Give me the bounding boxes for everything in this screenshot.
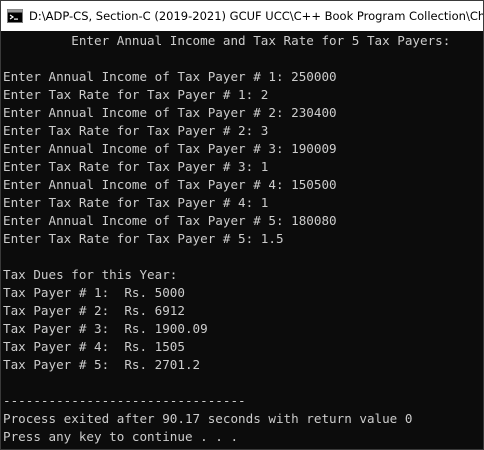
console-line: Tax Payer # 3: Rs. 1900.09 — [3, 321, 208, 336]
console-line: Enter Tax Rate for Tax Payer # 4: 1 — [3, 195, 269, 210]
console-line: Enter Tax Rate for Tax Payer # 5: 1.5 — [3, 231, 284, 246]
console-line: Enter Tax Rate for Tax Payer # 1: 2 — [3, 87, 269, 102]
console-line: Tax Payer # 5: Rs. 2701.2 — [3, 357, 201, 372]
console-line: Enter Annual Income of Tax Payer # 5: 18… — [3, 213, 337, 228]
console-line: Press any key to continue . . . — [3, 429, 239, 444]
console-line: Tax Payer # 1: Rs. 5000 — [3, 285, 185, 300]
console-line: Enter Tax Rate for Tax Payer # 3: 1 — [3, 159, 269, 174]
console-app-icon — [7, 9, 23, 23]
console-line: Process exited after 90.17 seconds with … — [3, 411, 413, 426]
console-line: Enter Annual Income and Tax Rate for 5 T… — [3, 33, 451, 48]
title-bar[interactable]: D:\ADP-CS, Section-C (2019-2021) GCUF UC… — [1, 1, 483, 31]
console-line: Enter Tax Rate for Tax Payer # 2: 3 — [3, 123, 269, 138]
console-window: D:\ADP-CS, Section-C (2019-2021) GCUF UC… — [0, 0, 484, 450]
window-title: D:\ADP-CS, Section-C (2019-2021) GCUF UC… — [29, 9, 483, 23]
console-line: -------------------------------- — [3, 393, 246, 408]
console-line: Enter Annual Income of Tax Payer # 2: 23… — [3, 105, 337, 120]
console-line: Enter Annual Income of Tax Payer # 1: 25… — [3, 69, 337, 84]
console-line: Enter Annual Income of Tax Payer # 3: 19… — [3, 141, 337, 156]
console-output[interactable]: Enter Annual Income and Tax Rate for 5 T… — [3, 32, 483, 449]
console-line: Tax Dues for this Year: — [3, 267, 178, 282]
console-line: Enter Annual Income of Tax Payer # 4: 15… — [3, 177, 337, 192]
console-line: Tax Payer # 2: Rs. 6912 — [3, 303, 185, 318]
console-line: Tax Payer # 4: Rs. 1505 — [3, 339, 185, 354]
